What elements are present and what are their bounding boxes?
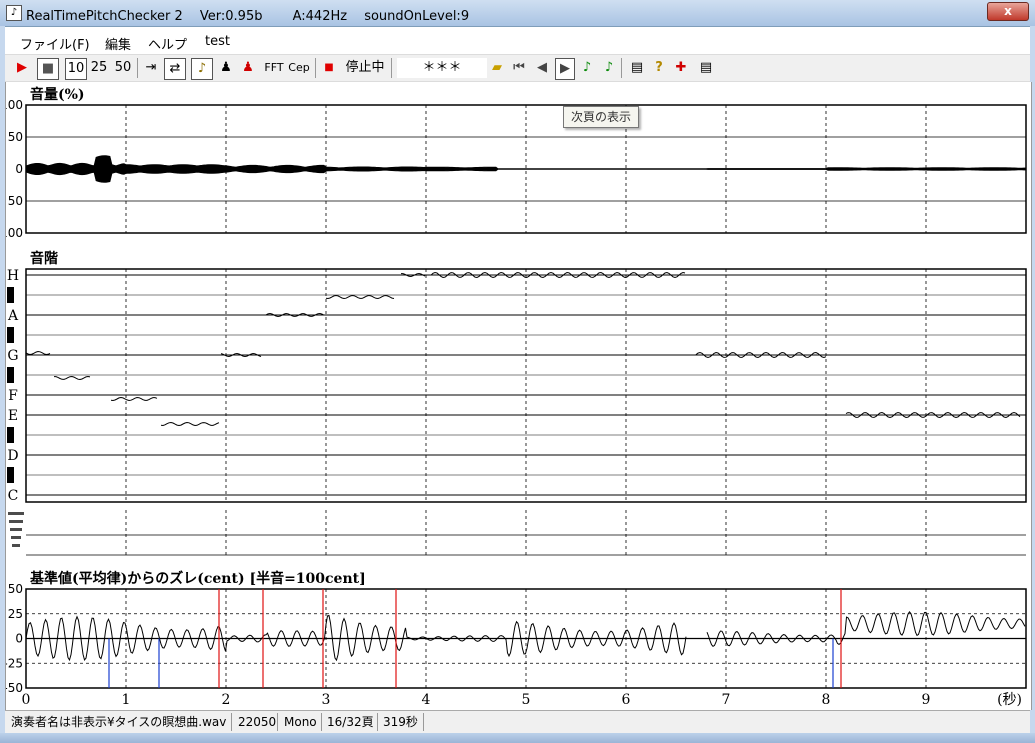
- status-divider: [231, 713, 232, 731]
- stop-icon[interactable]: ■: [37, 58, 59, 80]
- status-rate: 22050: [238, 715, 277, 729]
- pitch-chart: 10050050100HAGFEDC50250-25-500123456789(…: [6, 98, 1027, 708]
- speed-10-button[interactable]: 10: [65, 58, 87, 80]
- violin-icon[interactable]: ♪: [191, 58, 213, 80]
- x-tick-label: 1: [122, 692, 131, 708]
- x-tick-label: 3: [322, 692, 331, 708]
- note-label: H: [7, 268, 19, 284]
- cent-tick-label: -50: [6, 681, 23, 695]
- help-icon[interactable]: ?: [651, 58, 667, 78]
- status-label: 停止中: [345, 60, 385, 75]
- window-title: RealTimePitchChecker 2 Ver:0.95b A:442Hz…: [26, 9, 470, 24]
- volume-tick-label: 100: [6, 226, 23, 240]
- black-key-stack: [8, 512, 24, 515]
- next-page-icon[interactable]: ▶: [555, 58, 575, 80]
- x-tick-label: 2: [222, 692, 231, 708]
- prev-page-icon[interactable]: ◀: [533, 58, 551, 78]
- status-page: 16/32頁: [327, 715, 374, 729]
- x-tick-label: 6: [622, 692, 631, 708]
- chart-panel: 10050050100HAGFEDC50250-25-500123456789(…: [5, 82, 1032, 710]
- cent-tick-label: 25: [8, 607, 23, 621]
- status-bar: 演奏者名は非表示¥タイスの瞑想曲.wav 22050 Mono 16/32頁 3…: [5, 710, 1030, 733]
- volume-tick-label: 0: [15, 162, 23, 176]
- title-bar: ♪ RealTimePitchChecker 2 Ver:0.95b A:442…: [0, 0, 1035, 27]
- black-key: [7, 427, 14, 443]
- volume-tick-label: 100: [6, 98, 23, 112]
- open-folder-icon[interactable]: ▰: [488, 58, 506, 78]
- status-file: 演奏者名は非表示¥タイスの瞑想曲.wav: [11, 715, 227, 729]
- status-channel: Mono: [284, 715, 317, 729]
- jump-icon[interactable]: ⇥: [142, 58, 160, 78]
- x-tick-label: 5: [522, 692, 531, 708]
- toolbar-divider: [621, 58, 622, 78]
- window-frame-bottom: [0, 733, 1035, 743]
- status-divider: [377, 713, 378, 731]
- note-green-icon[interactable]: ♪: [579, 58, 595, 78]
- note-label: E: [8, 408, 18, 424]
- marker-icon[interactable]: ✚: [673, 58, 689, 78]
- note-label: D: [7, 448, 18, 464]
- cent-tick-label: 0: [15, 632, 23, 646]
- speed-50-button[interactable]: 50: [113, 58, 133, 78]
- black-key-stack: [10, 528, 22, 531]
- x-unit-label: (秒): [997, 692, 1022, 708]
- first-page-icon[interactable]: ⏮: [510, 58, 528, 78]
- speed-25-button[interactable]: 25: [89, 58, 109, 78]
- fft-button[interactable]: FFT: [263, 58, 285, 78]
- next-page-tooltip: 次頁の表示: [563, 106, 639, 128]
- x-tick-label: 8: [822, 692, 831, 708]
- menu-edit[interactable]: 編集: [105, 34, 131, 53]
- black-key: [7, 287, 14, 303]
- print-icon[interactable]: ▤: [628, 58, 646, 78]
- cep-button[interactable]: Cep: [287, 58, 311, 78]
- x-tick-label: 0: [22, 692, 31, 708]
- status-duration: 319秒: [383, 715, 418, 729]
- loop-icon[interactable]: ⇄: [164, 58, 186, 80]
- black-key-stack: [9, 520, 23, 523]
- x-tick-label: 4: [422, 692, 431, 708]
- black-key: [7, 327, 14, 343]
- pitch-trace: [25, 271, 1021, 427]
- status-divider: [321, 713, 322, 731]
- record-stop-icon[interactable]: ■: [321, 58, 337, 78]
- play-icon[interactable]: ▶: [13, 58, 31, 78]
- printer-icon[interactable]: ▤: [697, 58, 715, 78]
- status-divider: [277, 713, 278, 731]
- menu-help[interactable]: ヘルプ: [148, 34, 187, 53]
- note-display: ＊＊＊: [397, 58, 487, 78]
- close-button[interactable]: x: [987, 2, 1029, 21]
- toolbar-divider: [137, 58, 138, 78]
- x-tick-label: 9: [922, 692, 931, 708]
- app-icon: ♪: [6, 5, 22, 21]
- person-icon[interactable]: ♟: [217, 58, 235, 78]
- black-key: [7, 467, 14, 483]
- cent-trace: [25, 610, 1026, 662]
- x-tick-label: 7: [722, 692, 731, 708]
- volume-tick-label: 50: [8, 194, 23, 208]
- black-key-stack: [11, 536, 21, 539]
- volume-tick-label: 50: [8, 130, 23, 144]
- deviation-title: 基準値(平均律)からのズレ(cent) [半音=100cent]: [30, 571, 366, 587]
- menu-bar: ファイル(F) 編集 ヘルプ test: [5, 30, 1030, 53]
- volume-title: 音量(%): [30, 87, 85, 103]
- status-divider: [423, 713, 424, 731]
- black-key: [7, 367, 14, 383]
- toolbar: ▶ ■ 10 25 50 ⇥ ⇄ ♪ ♟ ♟ FFT Cep ■ 停止中 ＊＊＊…: [5, 54, 1030, 82]
- cent-tick-label: -25: [6, 656, 23, 670]
- menu-test[interactable]: test: [205, 34, 230, 49]
- toolbar-divider: [315, 58, 316, 78]
- scale-title: 音階: [30, 251, 58, 267]
- note-label: C: [8, 488, 19, 504]
- singer-icon[interactable]: ♟: [239, 58, 257, 78]
- black-key-stack: [12, 544, 20, 547]
- note-label: A: [7, 308, 19, 324]
- menu-file[interactable]: ファイル(F): [20, 34, 90, 53]
- note-green-alt-icon[interactable]: ♪: [601, 58, 617, 78]
- toolbar-divider: [391, 58, 392, 78]
- note-label: F: [8, 388, 18, 404]
- note-label: G: [7, 348, 18, 364]
- cent-tick-label: 50: [8, 582, 23, 596]
